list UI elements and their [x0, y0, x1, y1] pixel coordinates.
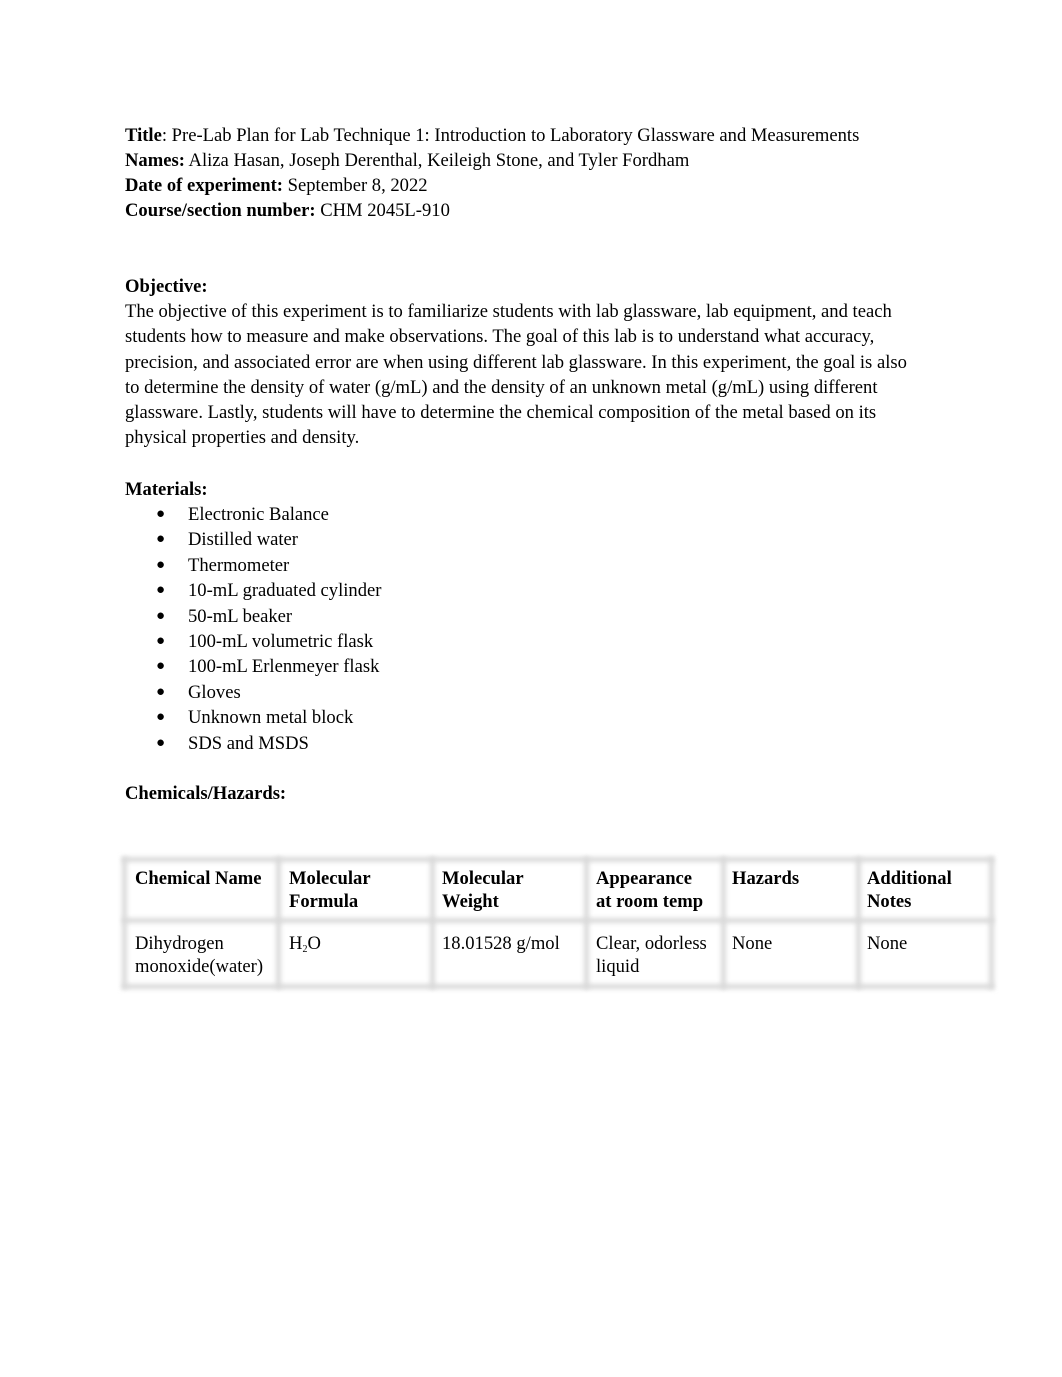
table-header-appearance: Appearance at room temp [596, 868, 703, 913]
cell-text: None [867, 933, 908, 954]
cell-text: liquid [596, 955, 640, 977]
materials-heading: Materials: [125, 477, 208, 502]
table-col-divider [430, 857, 435, 989]
date-line: Date of experiment: September 8, 2022 [125, 173, 428, 198]
list-item: ● Unknown metal block [125, 705, 381, 730]
bullet-icon: ● [156, 607, 166, 624]
table-header-hazards: Hazards [732, 868, 799, 891]
list-item: ● 10-mL graduated cylinder [125, 578, 381, 603]
bullet-icon: ● [156, 683, 166, 700]
table-header-molecular-weight: Molecular Weight [442, 868, 524, 913]
header-text: at room temp [596, 890, 704, 912]
date-value: September 8, 2022 [282, 175, 428, 196]
names-value: Aliza Hasan, Joseph Derenthal, Keileigh … [184, 150, 690, 171]
cell-text: Clear, odorless [596, 933, 707, 954]
names-label: Names: [125, 150, 185, 171]
list-item: ● Thermometer [125, 553, 381, 578]
table-header-additional-notes: Additional Notes [867, 868, 952, 913]
objective-line: The objective of this experiment is to f… [125, 301, 892, 322]
course-value: CHM 2045L-910 [315, 200, 450, 221]
list-item-text: Electronic Balance [188, 504, 329, 525]
objective-line: glassware. Lastly, students will have to… [125, 402, 877, 424]
table-cell-appearance: Clear, odorless liquid [596, 933, 707, 978]
bullet-icon: ● [156, 632, 166, 649]
formula-element: O [307, 933, 321, 954]
list-item: ● Distilled water [125, 527, 381, 552]
chemicals-heading: Chemicals/Hazards: [125, 781, 286, 806]
list-item: ● 100-mL volumetric flask [125, 629, 381, 654]
table-col-divider [584, 857, 589, 989]
bullet-icon: ● [156, 582, 166, 599]
header-text: Weight [442, 890, 499, 912]
date-label: Date of experiment: [125, 175, 283, 196]
list-item-text: Unknown metal block [188, 707, 354, 729]
list-item-text: Gloves [188, 681, 241, 703]
header-text: Molecular [442, 868, 524, 889]
title-value: : Pre-Lab Plan for Lab Technique 1: Intr… [161, 125, 860, 146]
cell-text: monoxide(water) [135, 955, 264, 977]
cell-text: None [732, 933, 773, 954]
bullet-icon: ● [156, 556, 166, 573]
chemicals-heading-text: Chemicals/Hazards: [125, 783, 287, 804]
table-col-divider [856, 857, 861, 989]
bullet-icon: ● [156, 734, 166, 751]
title-line: Title: Pre-Lab Plan for Lab Technique 1:… [125, 123, 859, 148]
header-text: Notes [867, 890, 912, 912]
table-header-chemical-name: Chemical Name [135, 868, 262, 891]
objective-heading: Objective: [125, 274, 208, 299]
names-line: Names: Aliza Hasan, Joseph Derenthal, Ke… [125, 148, 689, 173]
table-cell-formula: H2O [289, 933, 321, 956]
list-item-text: SDS and MSDS [188, 732, 309, 754]
list-item: ● Gloves [125, 680, 381, 705]
materials-list: ● Electronic Balance ● Distilled water ● Th… [125, 502, 381, 756]
bullet-icon: ● [156, 709, 166, 726]
header-text: Appearance [596, 868, 693, 889]
table-cell-weight: 18.01528 g/mol [442, 933, 560, 956]
table-col-divider [721, 857, 726, 989]
table-border-left [122, 857, 127, 989]
list-item: ● SDS and MSDS [125, 731, 381, 756]
table-border-top [122, 857, 994, 862]
list-item-text: 10-mL graduated cylinder [188, 580, 382, 602]
list-item: ● Electronic Balance [125, 502, 381, 527]
table-col-divider [276, 857, 281, 989]
header-text: Chemical Name [135, 868, 262, 889]
objective-heading-text: Objective: [125, 276, 208, 297]
cell-text: 18.01528 g/mol [442, 933, 560, 954]
list-item-text: 100-mL volumetric flask [188, 630, 374, 652]
header-text: Hazards [732, 868, 800, 889]
formula-element: H [289, 933, 303, 954]
table-border-bottom [122, 984, 994, 989]
header-text: Formula [289, 890, 359, 912]
bullet-icon: ● [156, 506, 166, 522]
course-label: Course/section number: [125, 200, 316, 221]
cell-text: Dihydrogen [135, 933, 224, 954]
objective-line: to determine the density of water (g/mL)… [125, 376, 878, 398]
list-item-text: Distilled water [188, 529, 298, 551]
bullet-icon: ● [156, 658, 166, 675]
header-text: Additional [867, 868, 952, 889]
objective-paragraph: The objective of this experiment is to f… [125, 299, 945, 451]
header-text: Molecular [289, 868, 371, 889]
objective-line: physical properties and density. [125, 427, 360, 449]
table-header-molecular-formula: Molecular Formula [289, 868, 371, 913]
title-label: Title [125, 125, 162, 146]
list-item-text: Thermometer [188, 554, 290, 576]
table-border-right [989, 857, 994, 989]
table-cell-hazards: None [732, 933, 772, 956]
table-row-divider [122, 918, 994, 923]
document-page: Title: Pre-Lab Plan for Lab Technique 1:… [0, 0, 1062, 1377]
list-item-text: 50-mL beaker [188, 605, 293, 627]
list-item: ● 100-mL Erlenmeyer flask [125, 654, 381, 679]
materials-heading-text: Materials: [125, 479, 208, 500]
objective-line: students how to measure and make observa… [125, 326, 875, 348]
objective-line: precision, and associated error are when… [125, 351, 907, 373]
list-item-text: 100-mL Erlenmeyer flask [188, 656, 380, 678]
bullet-icon: ● [156, 531, 166, 548]
table-cell-notes: None [867, 933, 907, 956]
table-cell-chemical-name: Dihydrogen monoxide(water) [135, 933, 263, 978]
course-line: Course/section number: CHM 2045L-910 [125, 198, 450, 223]
chemicals-table: Chemical Name Molecular Formula Molecula… [122, 857, 994, 989]
list-item: ● 50-mL beaker [125, 604, 381, 629]
